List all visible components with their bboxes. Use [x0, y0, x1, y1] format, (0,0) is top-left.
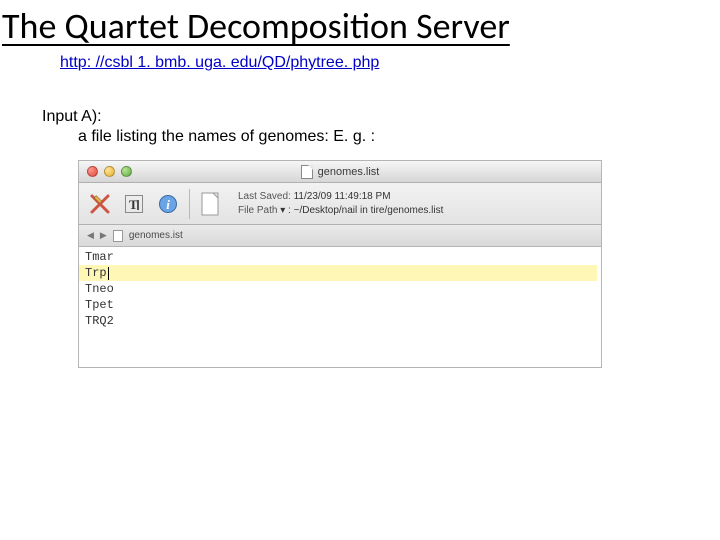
content-line: Tmar [85, 249, 601, 265]
file-path-value: ▾ : ~/Desktop/nail in tire/genomes.list [280, 205, 443, 216]
toolbar-left-group: T i [87, 191, 181, 217]
traffic-lights [87, 166, 132, 177]
pencil-cross-icon[interactable] [87, 191, 113, 217]
tab-chevron-left-icon[interactable]: ◀ [87, 230, 94, 241]
new-document-icon[interactable] [198, 191, 224, 217]
editor-content[interactable]: Tmar Trp Tneo Tpet TRQ2 [79, 247, 601, 367]
tab-bar: ◀ ▶ genomes.ist [79, 225, 601, 247]
file-info: Last Saved: 11/23/09 11:49:18 PM File Pa… [238, 190, 443, 217]
text-caret: Trp [85, 266, 109, 280]
tab-chevron-right-icon[interactable]: ▶ [100, 230, 107, 241]
window-titlebar: genomes.list [79, 161, 601, 183]
content-line: Tneo [85, 281, 601, 297]
text-tool-icon[interactable]: T [121, 191, 147, 217]
input-label: Input A): [42, 108, 720, 126]
minimize-button[interactable] [104, 166, 115, 177]
document-icon [301, 165, 313, 179]
zoom-button[interactable] [121, 166, 132, 177]
content-line: Tpet [85, 297, 601, 313]
toolbar: T i Last Saved: 11/23/09 11:49:18 PM [79, 183, 601, 225]
toolbar-divider [189, 189, 190, 219]
slide-title: The Quartet Decomposition Server [0, 0, 720, 48]
last-saved-label: Last Saved: [238, 191, 291, 202]
window-title: genomes.list [318, 166, 380, 178]
last-saved-value: 11/23/09 11:49:18 PM [294, 191, 391, 202]
tab-label[interactable]: genomes.ist [129, 230, 183, 241]
svg-text:i: i [166, 197, 170, 212]
svg-text:T: T [129, 197, 138, 212]
input-description: a file listing the names of genomes: E. … [78, 128, 720, 146]
file-path-label: File Path [238, 205, 277, 216]
tab-document-icon [113, 230, 123, 242]
info-icon[interactable]: i [155, 191, 181, 217]
window-title-wrap: genomes.list [79, 165, 601, 179]
close-button[interactable] [87, 166, 98, 177]
text-editor-window: genomes.list T i [78, 160, 602, 368]
content-line-highlighted: Trp [79, 265, 597, 281]
server-url-link[interactable]: http: //csbl 1. bmb. uga. edu/QD/phytree… [60, 54, 379, 72]
content-line: TRQ2 [85, 313, 601, 329]
